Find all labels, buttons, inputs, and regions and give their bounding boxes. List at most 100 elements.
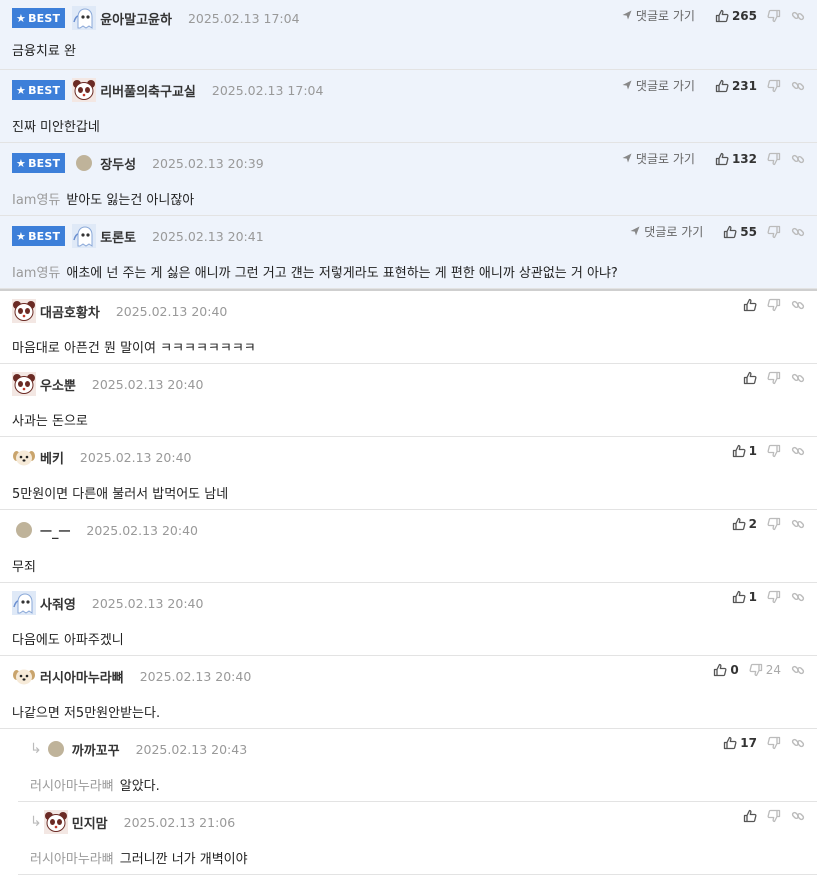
comment-list: ★ BEST 윤아말고윤하 2025.02.13 17:04 금융치료 완 댓글로 가기 2… — [0, 0, 817, 875]
dislike-button[interactable] — [767, 517, 781, 531]
dislike-button[interactable] — [767, 736, 781, 750]
dislike-button[interactable] — [767, 444, 781, 458]
dislike-button[interactable]: 24 — [749, 663, 781, 677]
nickname[interactable]: 리버풀의축구교실 — [100, 81, 196, 100]
best-badge: ★ BEST — [12, 226, 66, 246]
like-count: 0 — [730, 663, 739, 677]
comment-text: 무죄 — [12, 560, 36, 575]
thumbs-down-icon — [767, 298, 781, 312]
thumbs-down-icon — [767, 152, 781, 166]
link-icon — [791, 736, 805, 750]
nickname[interactable]: 우소뿐 — [40, 375, 76, 394]
dislike-button[interactable] — [767, 9, 781, 23]
nickname[interactable]: 까까꼬꾸 — [72, 740, 120, 759]
comment-text: 사과는 돈으로 — [12, 414, 88, 429]
dislike-button[interactable] — [767, 590, 781, 604]
comment-actions: 1 — [722, 444, 805, 458]
comment-header: ★ BEST 윤아말고윤하 2025.02.13 17:04 — [12, 6, 300, 30]
like-button[interactable] — [743, 809, 757, 823]
dislike-button[interactable] — [767, 298, 781, 312]
goto-comment-button[interactable]: 댓글로 가기 — [630, 223, 703, 240]
dislike-button[interactable] — [767, 79, 781, 93]
comment-date: 2025.02.13 17:04 — [187, 10, 300, 26]
copy-link-button[interactable] — [791, 371, 805, 385]
avatar — [47, 741, 64, 757]
like-button[interactable]: 17 — [723, 736, 757, 750]
comment: 베키 2025.02.13 20:40 5만원이면 다른애 불러서 밥먹어도 남네 1 — [0, 437, 817, 510]
nickname[interactable]: 대곰호황차 — [40, 302, 100, 321]
like-button[interactable]: 0 — [713, 663, 739, 677]
best-badge-label: BEST — [28, 229, 61, 243]
nickname[interactable]: 사줘영 — [40, 594, 76, 613]
comment-date: 2025.02.13 20:40 — [86, 522, 198, 538]
link-icon — [791, 371, 805, 385]
comment-header: ★ BEST 장두성 2025.02.13 20:39 — [12, 152, 264, 174]
dislike-button[interactable] — [767, 371, 781, 385]
goto-comment-button[interactable]: 댓글로 가기 — [622, 150, 695, 167]
like-button[interactable]: 2 — [732, 517, 757, 531]
mention[interactable]: Iam영듀 — [12, 193, 60, 208]
like-count: 55 — [740, 224, 757, 239]
like-button[interactable]: 1 — [732, 590, 757, 604]
link-icon — [791, 79, 805, 93]
like-button[interactable]: 132 — [715, 152, 757, 166]
comment-actions: 댓글로 가기 132 — [622, 150, 805, 167]
copy-link-button[interactable] — [791, 79, 805, 93]
comment-header: 우소뿐 2025.02.13 20:40 — [12, 372, 203, 396]
comment-actions: 1 — [722, 590, 805, 604]
dislike-button[interactable] — [767, 809, 781, 823]
avatar — [72, 78, 97, 102]
like-button[interactable]: 231 — [715, 79, 757, 93]
copy-link-button[interactable] — [791, 590, 805, 604]
comment-header: 대곰호황차 2025.02.13 20:40 — [12, 299, 227, 323]
comment-body: 마음대로 아픈건 뭔 말이여 ㅋㅋㅋㅋㅋㅋㅋㅋ — [12, 337, 256, 356]
comment-body: 나같으면 저5만원안받는다. — [12, 702, 160, 721]
send-icon — [622, 152, 636, 166]
copy-link-button[interactable] — [791, 444, 805, 458]
like-button[interactable]: 265 — [715, 9, 757, 23]
nickname[interactable]: 베키 — [40, 448, 64, 467]
like-button[interactable]: 1 — [732, 444, 757, 458]
dislike-button[interactable] — [767, 152, 781, 166]
comment: 사줘영 2025.02.13 20:40 다음에도 아파주겠니 1 — [0, 583, 817, 656]
copy-link-button[interactable] — [791, 517, 805, 531]
thumbs-down-icon — [767, 9, 781, 23]
nickname[interactable]: 장두성 — [100, 154, 136, 173]
comment: 대곰호황차 2025.02.13 20:40 마음대로 아픈건 뭔 말이여 ㅋㅋㅋㅋ… — [0, 291, 817, 364]
copy-link-button[interactable] — [791, 152, 805, 166]
like-button[interactable] — [743, 371, 757, 385]
like-button[interactable] — [743, 298, 757, 312]
mention[interactable]: 러시아마누라뼈 — [30, 852, 114, 867]
goto-comment-button[interactable]: 댓글로 가기 — [622, 77, 695, 94]
copy-link-button[interactable] — [791, 809, 805, 823]
comment-date: 2025.02.13 20:40 — [91, 595, 204, 611]
like-count: 231 — [731, 78, 757, 93]
comment-body: 5만원이면 다른애 불러서 밥먹어도 남네 — [12, 483, 228, 502]
mention[interactable]: Iam영듀 — [12, 266, 60, 281]
goto-comment-button[interactable]: 댓글로 가기 — [622, 7, 695, 24]
comment-text: 금융치료 완 — [12, 44, 76, 59]
nickname[interactable]: 러시아마누라뼈 — [40, 667, 124, 686]
like-button[interactable]: 55 — [723, 225, 757, 239]
mention[interactable]: 러시아마누라뼈 — [30, 779, 114, 794]
comment-actions: 댓글로 가기 231 — [622, 77, 805, 94]
comment-body: 무죄 — [12, 556, 36, 575]
nickname[interactable]: ㅡ_ㅡ — [40, 521, 70, 540]
nickname[interactable]: 윤아말고윤하 — [100, 9, 172, 28]
copy-link-button[interactable] — [791, 225, 805, 239]
copy-link-button[interactable] — [791, 736, 805, 750]
avatar — [12, 299, 36, 323]
avatar — [12, 372, 36, 396]
nickname[interactable]: 토론토 — [100, 227, 136, 246]
comment-body: 금융치료 완 — [12, 40, 76, 59]
dislike-button[interactable] — [767, 225, 781, 239]
copy-link-button[interactable] — [791, 663, 805, 677]
copy-link-button[interactable] — [791, 9, 805, 23]
comment-header: 사줘영 2025.02.13 20:40 — [12, 591, 204, 615]
thumbs-down-icon — [767, 79, 781, 93]
comment-body: 다음에도 아파주겠니 — [12, 629, 124, 648]
comment-text: 애초에 넌 주는 게 싫은 애니까 그런 거고 걘는 저렇게라도 표현하는 게 … — [66, 266, 618, 281]
copy-link-button[interactable] — [791, 298, 805, 312]
comment-actions: 0 24 — [703, 663, 805, 677]
nickname[interactable]: 민지맘 — [72, 813, 108, 832]
